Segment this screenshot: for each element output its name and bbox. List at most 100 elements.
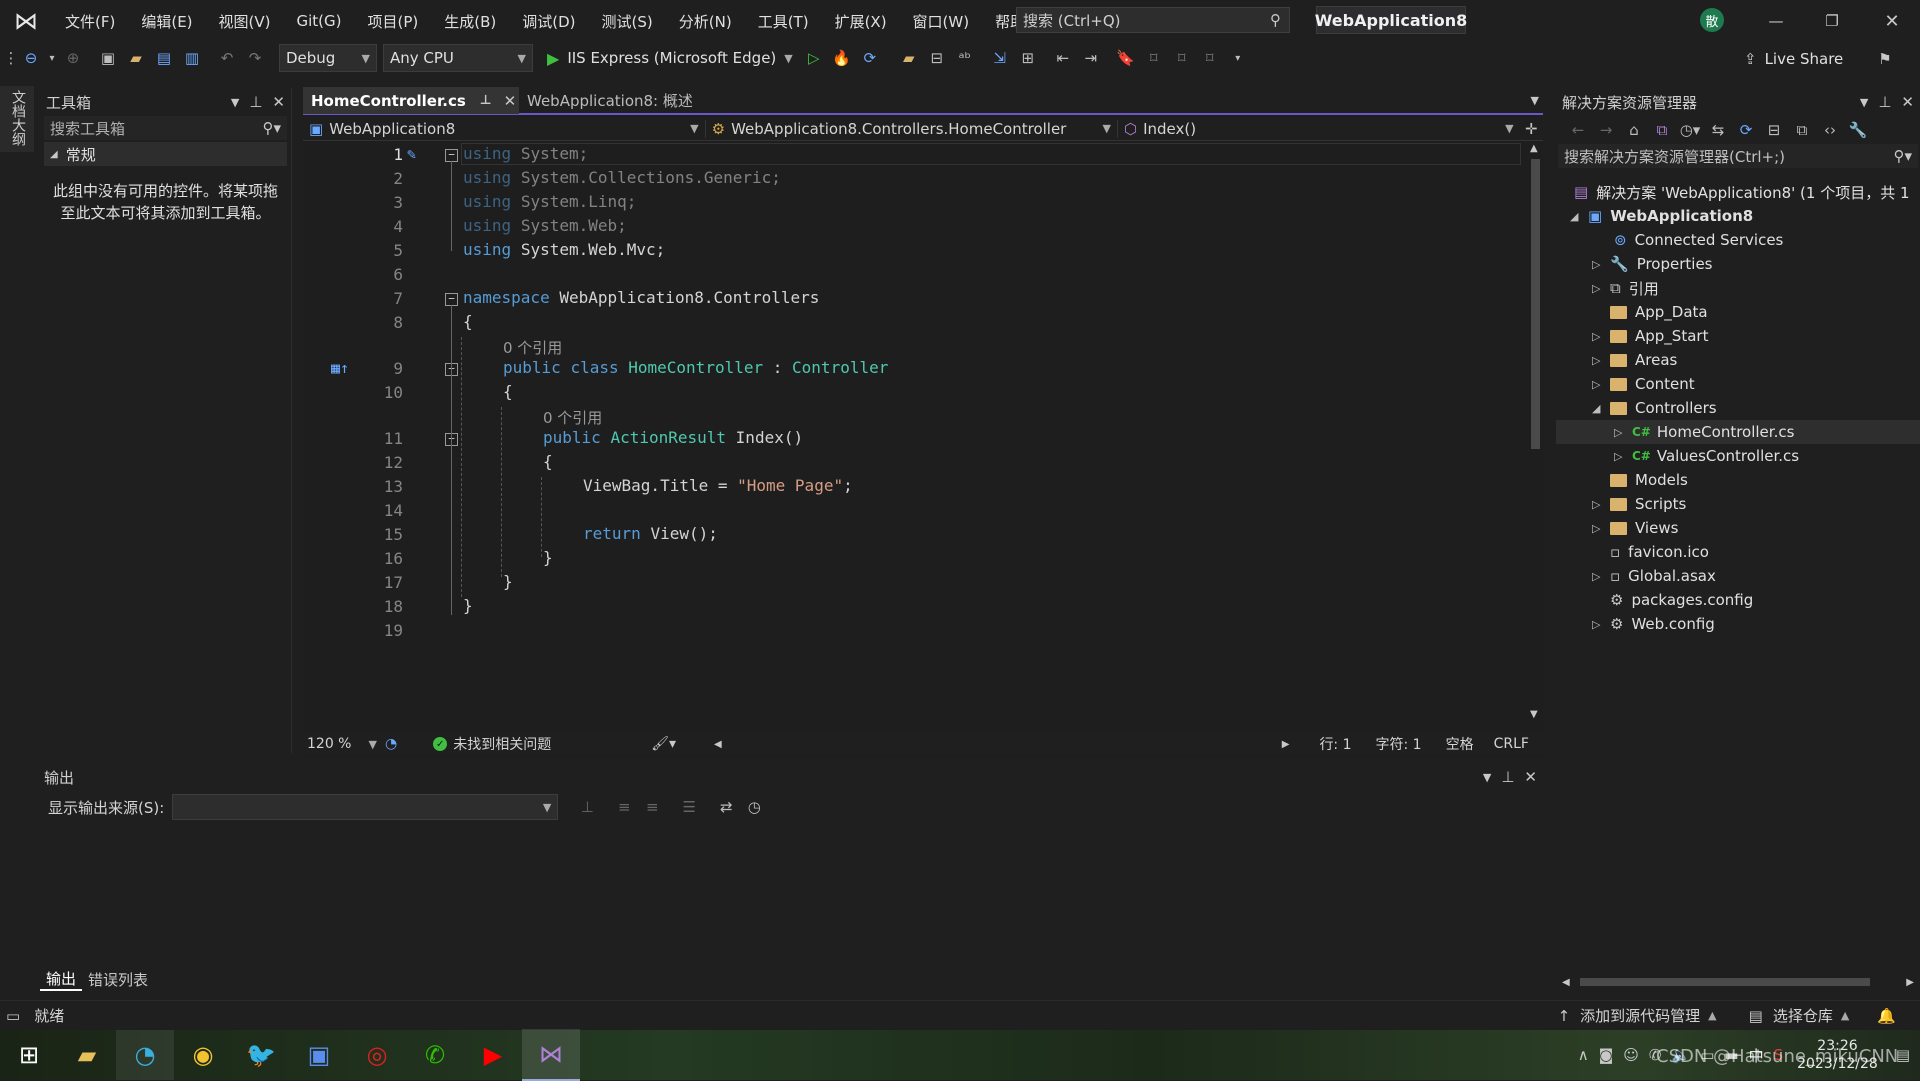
- menu-git[interactable]: Git(G): [284, 12, 355, 30]
- tab-overview[interactable]: WebApplication8: 概述: [519, 87, 701, 114]
- visual-studio-taskbar-icon[interactable]: ⋈: [522, 1029, 580, 1081]
- tree-item-connected-services[interactable]: ⊚ Connected Services: [1614, 228, 1783, 252]
- scrollbar-thumb[interactable]: [1531, 159, 1540, 449]
- bookmark-icon[interactable]: 🔖: [1115, 47, 1137, 69]
- menu-file[interactable]: 文件(F): [52, 11, 128, 32]
- tray-app-icon[interactable]: ☺: [1623, 1046, 1639, 1064]
- tree-project[interactable]: ◢ ▣ WebApplication8: [1570, 204, 1753, 228]
- horizontal-scrollbar[interactable]: ◀ ▶: [1562, 974, 1914, 990]
- class-diagram-icon[interactable]: ▦↑: [331, 359, 349, 377]
- next-bookmark-icon[interactable]: ⌑: [1171, 47, 1193, 69]
- browser-link-icon[interactable]: ⊟: [926, 47, 948, 69]
- column-indicator[interactable]: 字符: 1: [1376, 734, 1422, 754]
- chevron-down-icon[interactable]: ▼: [1483, 771, 1491, 784]
- file-explorer-icon[interactable]: ▰: [58, 1030, 116, 1080]
- menu-test[interactable]: 测试(S): [589, 11, 666, 32]
- forward-icon[interactable]: →: [1595, 119, 1617, 141]
- edge-browser-icon[interactable]: ◔: [116, 1030, 174, 1080]
- codelens-references[interactable]: 0 个引用: [543, 407, 602, 428]
- collapsed-triangle-icon[interactable]: ▷: [1592, 354, 1610, 367]
- menu-extensions[interactable]: 扩展(X): [822, 11, 900, 32]
- restore-icon[interactable]: ❐: [1812, 6, 1852, 36]
- clear-bookmarks-icon[interactable]: ⌑: [1199, 47, 1221, 69]
- tab-overflow-icon[interactable]: ▼: [1531, 94, 1539, 107]
- chrome-browser-icon[interactable]: ◉: [174, 1030, 232, 1080]
- visual-studio-logo-icon[interactable]: ⋈: [0, 0, 52, 42]
- menu-edit[interactable]: 编辑(E): [128, 11, 205, 32]
- close-icon[interactable]: ✕: [272, 93, 285, 111]
- timestamp-icon[interactable]: ◷: [743, 796, 765, 818]
- layout-icon[interactable]: ⊞: [1017, 47, 1039, 69]
- zoom-select[interactable]: 120 % ▼: [303, 736, 377, 752]
- expanded-triangle-icon[interactable]: ◢: [1570, 210, 1588, 223]
- collapsed-triangle-icon[interactable]: ▷: [1592, 570, 1610, 583]
- collapsed-triangle-icon[interactable]: ▷: [1592, 282, 1610, 295]
- issues-indicator[interactable]: ✓ 未找到相关问题: [433, 734, 551, 754]
- tree-item-models[interactable]: Models: [1610, 468, 1688, 492]
- document-outline-tab[interactable]: 文档大纲: [0, 86, 36, 150]
- collapsed-triangle-icon[interactable]: ▷: [1614, 450, 1632, 463]
- vertical-scrollbar[interactable]: ▲ ▼: [1528, 141, 1543, 726]
- scroll-left-icon[interactable]: ◀: [1562, 977, 1570, 988]
- home-icon[interactable]: ⌂: [1623, 119, 1645, 141]
- close-icon[interactable]: ✕: [1901, 93, 1914, 111]
- document-outline-rail[interactable]: 文档大纲: [0, 86, 34, 152]
- collapsed-triangle-icon[interactable]: ▷: [1592, 522, 1610, 535]
- show-all-files-icon[interactable]: ⧉: [1791, 119, 1813, 141]
- pin-icon[interactable]: ⊥: [1878, 93, 1891, 111]
- tree-item-app-data[interactable]: App_Data: [1610, 300, 1708, 324]
- tree-item-favicon[interactable]: ▫ favicon.ico: [1610, 540, 1709, 564]
- menu-window[interactable]: 窗口(W): [900, 11, 983, 32]
- step-icon[interactable]: ⇲: [989, 47, 1011, 69]
- tab-output[interactable]: 输出: [40, 968, 83, 991]
- chevron-down-icon[interactable]: ▾: [48, 47, 56, 69]
- start-without-debugging-icon[interactable]: ▷: [803, 47, 825, 69]
- show-hidden-icons-chevron-icon[interactable]: ∧: [1578, 1046, 1589, 1064]
- close-icon[interactable]: ✕: [504, 92, 517, 110]
- minimize-icon[interactable]: —: [1756, 6, 1796, 36]
- prev-message-icon[interactable]: ≡: [613, 796, 635, 818]
- code-cleanup-icon[interactable]: 🖌▾: [651, 736, 676, 752]
- collapsed-triangle-icon[interactable]: ▷: [1592, 378, 1610, 391]
- split-editor-icon[interactable]: ✛: [1520, 120, 1543, 138]
- scroll-left-icon[interactable]: ◀: [714, 739, 722, 750]
- eol-indicator[interactable]: CRLF: [1494, 736, 1529, 752]
- scroll-down-icon[interactable]: ▼: [1530, 709, 1538, 720]
- run-button[interactable]: ▶ IIS Express (Microsoft Edge) ▼: [547, 49, 793, 68]
- find-message-icon[interactable]: ⊥: [576, 796, 598, 818]
- scroll-right-icon[interactable]: ▶: [1906, 977, 1914, 988]
- forward-icon[interactable]: ⊕: [62, 47, 84, 69]
- save-icon[interactable]: ▤: [153, 47, 175, 69]
- menu-analyze[interactable]: 分析(N): [666, 11, 745, 32]
- scroll-up-icon[interactable]: ▲: [1530, 143, 1538, 154]
- word-wrap-icon[interactable]: ⇄: [715, 796, 737, 818]
- search-input[interactable]: 搜索 (Ctrl+Q) ⚲: [1016, 7, 1290, 33]
- view-code-icon[interactable]: ‹›: [1819, 119, 1841, 141]
- sync-icon[interactable]: ⇆: [1707, 119, 1729, 141]
- tab-homecontroller[interactable]: HomeController.cs ⊥ ✕: [303, 87, 519, 114]
- pin-icon[interactable]: ⊥: [249, 93, 262, 111]
- collapsed-triangle-icon[interactable]: ▷: [1592, 330, 1610, 343]
- collapsed-triangle-icon[interactable]: ▷: [1592, 258, 1610, 271]
- menu-build[interactable]: 生成(B): [431, 11, 509, 32]
- indent-indicator[interactable]: 空格: [1446, 734, 1474, 754]
- clear-all-icon[interactable]: ☰: [678, 796, 700, 818]
- tree-item-global-asax[interactable]: ▷ ▫ Global.asax: [1592, 564, 1716, 588]
- collapsed-triangle-icon[interactable]: ▷: [1614, 426, 1632, 439]
- tree-item-areas[interactable]: ▷ Areas: [1592, 348, 1677, 372]
- line-indicator[interactable]: 行: 1: [1319, 734, 1351, 754]
- pending-changes-icon[interactable]: ◷▾: [1679, 119, 1701, 141]
- indent-icon[interactable]: ⇥: [1080, 47, 1102, 69]
- collapsed-triangle-icon[interactable]: ▷: [1592, 618, 1610, 631]
- member-dropdown[interactable]: ⬡ Index() ▼: [1118, 120, 1520, 138]
- prev-bookmark-icon[interactable]: ⌑: [1143, 47, 1165, 69]
- switch-views-icon[interactable]: ⧉: [1651, 119, 1673, 141]
- toolbox-group-general[interactable]: ◢ 常规: [44, 142, 287, 166]
- tree-item-controllers[interactable]: ◢ Controllers: [1592, 396, 1717, 420]
- codelens-references[interactable]: 0 个引用: [503, 337, 562, 358]
- folder-icon[interactable]: ▰: [898, 47, 920, 69]
- quick-action-brush-icon[interactable]: ✎: [407, 145, 416, 163]
- tree-item-references[interactable]: ▷ ⧉ 引用: [1592, 276, 1659, 300]
- properties-icon[interactable]: 🔧: [1847, 119, 1869, 141]
- outdent-icon[interactable]: ⇤: [1052, 47, 1074, 69]
